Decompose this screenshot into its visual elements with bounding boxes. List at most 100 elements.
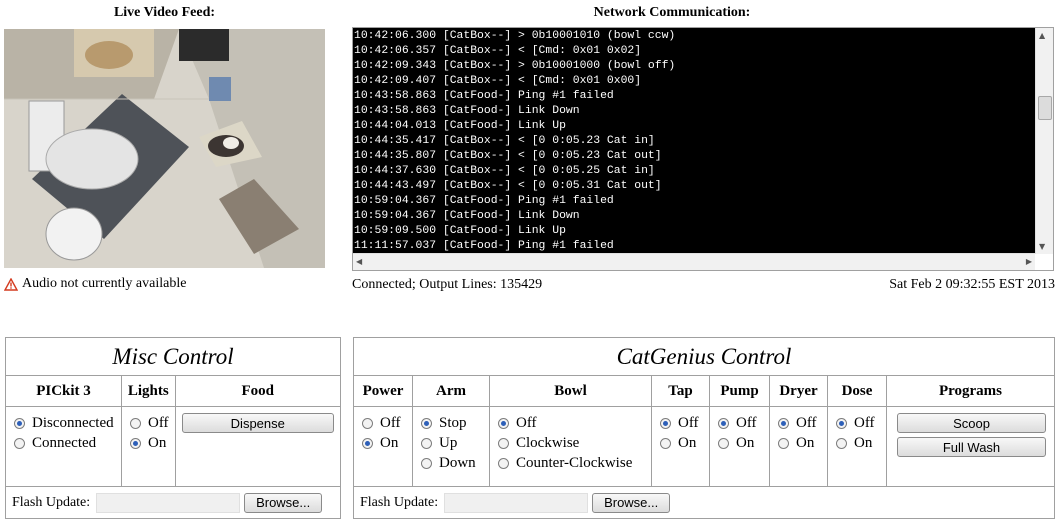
arm-option-stop[interactable]: Stop — [421, 413, 483, 433]
power-radio-on[interactable] — [362, 437, 373, 449]
power-radio-off[interactable] — [362, 417, 373, 429]
network-log[interactable]: 10:42:06.300 [CatBox--] > 0b10001010 (bo… — [352, 27, 1054, 271]
scroll-up-icon[interactable]: ▲ — [1039, 31, 1045, 40]
arm-radio-stop[interactable] — [421, 417, 432, 429]
catgenius-control-title: CatGenius Control — [353, 337, 1055, 376]
power-option-off[interactable]: Off — [362, 413, 406, 433]
pickit-option-connected[interactable]: Connected — [14, 433, 115, 453]
pickit-header: PICkit 3 — [5, 375, 122, 407]
dryer-radio-off[interactable] — [778, 417, 789, 429]
pickit-radio-disconnected[interactable] — [14, 417, 25, 429]
warning-icon — [4, 277, 18, 291]
bowl-option-off[interactable]: Off — [498, 413, 645, 433]
dose-options: Off On — [827, 406, 887, 487]
bowl-option-label: Off — [516, 414, 537, 431]
dryer-option-off[interactable]: Off — [778, 413, 821, 433]
bowl-option-label: Clockwise — [516, 434, 580, 451]
arm-option-down[interactable]: Down — [421, 453, 483, 473]
tap-option-off[interactable]: Off — [660, 413, 703, 433]
tap-radio-off[interactable] — [660, 417, 671, 429]
misc-flash-file-field[interactable] — [96, 492, 241, 513]
pump-radio-on[interactable] — [718, 437, 729, 449]
pump-radio-off[interactable] — [718, 417, 729, 429]
log-line: 10:59:09.500 [CatFood-] Link Up — [354, 225, 566, 237]
bowl-options: Off Clockwise Counter-Clockwise — [489, 406, 652, 487]
power-option-on[interactable]: On — [362, 433, 406, 453]
network-title: Network Communication: — [593, 5, 751, 20]
tap-radio-on[interactable] — [660, 437, 671, 449]
tap-option-on[interactable]: On — [660, 433, 703, 453]
power-option-label: Off — [380, 414, 401, 431]
dose-option-label: Off — [854, 414, 875, 431]
scroll-left-icon[interactable]: ◀ — [356, 257, 362, 266]
pump-option-on[interactable]: On — [718, 433, 763, 453]
catgenius-control-panel: CatGenius Control Power Arm Bowl Tap Pum… — [353, 337, 1055, 519]
scroll-right-icon[interactable]: ▶ — [1026, 257, 1032, 266]
arm-header: Arm — [412, 375, 490, 407]
bowl-radio-off[interactable] — [498, 417, 509, 429]
dryer-option-label: On — [796, 434, 815, 451]
lights-options: Off On — [121, 406, 176, 487]
arm-option-label: Up — [439, 434, 458, 451]
dose-option-off[interactable]: Off — [836, 413, 880, 433]
lights-radio-on[interactable] — [130, 437, 141, 449]
food-cell: Dispense — [174, 406, 342, 487]
dispense-button[interactable]: Dispense — [181, 413, 334, 433]
scoop-button[interactable]: Scoop — [897, 413, 1046, 433]
food-header: Food — [174, 375, 342, 407]
log-scroll-thumb[interactable] — [1038, 96, 1052, 120]
catgenius-flash-file-field[interactable] — [444, 492, 589, 513]
arm-option-up[interactable]: Up — [421, 433, 483, 453]
video-title: Live Video Feed: — [113, 5, 216, 20]
scroll-down-icon[interactable]: ▼ — [1039, 242, 1045, 251]
log-line: 10:59:04.367 [CatFood-] Ping #1 failed — [354, 195, 614, 207]
dryer-header: Dryer — [769, 375, 828, 407]
pickit-option-label: Disconnected — [32, 414, 114, 431]
connection-status: Connected; Output Lines: 135429 — [352, 277, 543, 292]
log-horizontal-scrollbar[interactable]: ◀ ▶ — [353, 253, 1035, 270]
log-line: 10:59:04.367 [CatFood-] Link Down — [354, 210, 580, 222]
pickit-radio-connected[interactable] — [14, 437, 25, 449]
video-frame-image — [4, 29, 325, 268]
bowl-radio-clockwise[interactable] — [498, 437, 509, 449]
network-log-screen: 10:42:06.300 [CatBox--] > 0b10001010 (bo… — [353, 28, 1035, 254]
power-header: Power — [353, 375, 413, 407]
arm-option-label: Down — [439, 454, 476, 471]
video-feed — [4, 29, 325, 268]
misc-browse-button[interactable]: Browse... — [244, 492, 323, 513]
misc-control-panel: Misc Control PICkit 3 Lights Food Discon… — [5, 337, 342, 519]
log-line: 10:44:43.497 [CatBox--] < [0 0:05.31 Cat… — [354, 180, 662, 192]
pickit-options: Disconnected Connected — [5, 406, 122, 487]
power-option-label: On — [380, 434, 399, 451]
log-vertical-scrollbar[interactable]: ▲ ▼ — [1035, 28, 1053, 254]
tap-option-label: Off — [678, 414, 699, 431]
arm-radio-down[interactable] — [421, 457, 432, 469]
dose-radio-on[interactable] — [836, 437, 847, 449]
lights-option-on[interactable]: On — [130, 433, 169, 453]
pump-option-label: On — [736, 434, 755, 451]
lights-option-off[interactable]: Off — [130, 413, 169, 433]
dose-header: Dose — [827, 375, 887, 407]
misc-flash-row: Flash Update: Browse... — [5, 486, 341, 519]
tap-options: Off On — [651, 406, 710, 487]
pump-option-off[interactable]: Off — [718, 413, 763, 433]
log-line: 10:44:35.807 [CatBox--] < [0 0:05.23 Cat… — [354, 150, 662, 162]
lights-radio-off[interactable] — [130, 417, 141, 429]
pickit-option-disconnected[interactable]: Disconnected — [14, 413, 115, 433]
dose-radio-off[interactable] — [836, 417, 847, 429]
bowl-option-clockwise[interactable]: Clockwise — [498, 433, 645, 453]
log-line: 10:42:09.407 [CatBox--] < [Cmd: 0x01 0x0… — [354, 75, 642, 87]
audio-status-text: Audio not currently available — [22, 276, 187, 291]
pickit-option-label: Connected — [32, 434, 97, 451]
misc-flash-label: Flash Update: — [12, 494, 91, 510]
arm-radio-up[interactable] — [421, 437, 432, 449]
catgenius-browse-button[interactable]: Browse... — [592, 492, 671, 513]
bowl-option-counter-clockwise[interactable]: Counter-Clockwise — [498, 453, 645, 473]
dryer-radio-on[interactable] — [778, 437, 789, 449]
dose-option-on[interactable]: On — [836, 433, 880, 453]
full-wash-button[interactable]: Full Wash — [897, 437, 1046, 457]
dryer-option-on[interactable]: On — [778, 433, 821, 453]
log-line: 10:42:09.343 [CatBox--] > 0b10001000 (bo… — [354, 60, 676, 72]
bowl-radio-counter-clockwise[interactable] — [498, 457, 509, 469]
dryer-options: Off On — [769, 406, 828, 487]
